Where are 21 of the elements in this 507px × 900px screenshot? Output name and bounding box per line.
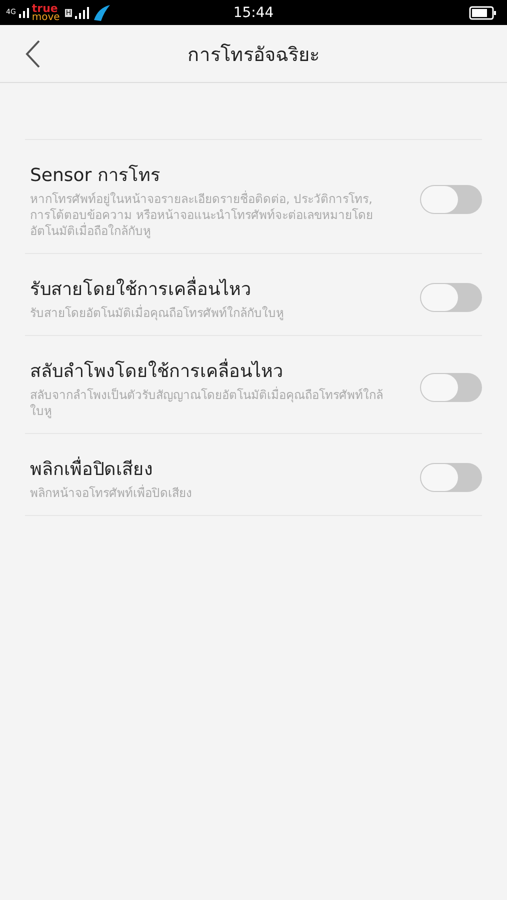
toggle-switch[interactable] bbox=[420, 373, 482, 402]
back-icon[interactable] bbox=[25, 40, 41, 68]
setting-title: Sensor การโทร bbox=[30, 164, 162, 188]
toggle-switch[interactable] bbox=[420, 185, 482, 214]
setting-description: พลิกหน้าจอโทรศัพท์เพื่อปิดเสียง bbox=[30, 485, 193, 501]
screen-title: การโทรอัจฉริยะ bbox=[188, 42, 320, 68]
clock: 15:44 bbox=[233, 4, 274, 20]
carrier-logo-subtext: move bbox=[32, 12, 60, 22]
carrier-logo-icon bbox=[92, 4, 112, 22]
signal-icon bbox=[75, 6, 90, 18]
carrier-logo-text: true bbox=[32, 4, 58, 12]
setting-title: สลับลำโพงโดยใช้การเคลื่อนไหว bbox=[30, 356, 410, 385]
signal-icon bbox=[18, 8, 29, 18]
setting-description: รับสายโดยอัตโนมัติเมื่อคุณถือโทรศัพท์ใกล้กับใบหู bbox=[30, 305, 285, 321]
battery-icon bbox=[469, 6, 497, 20]
setting-description: หากโทรศัพท์อยู่ในหน้าจอรายละเอียดรายชื่อติดต่อ, ประวัติการโทร, การโต้ตอบข้อความ หรือหน้าจอแนะนำโทรศัพท์จะต่อเลขหมายโดยอัตโนมัติเมื่อถือใกล้กับหู bbox=[30, 191, 374, 239]
toggle-switch[interactable] bbox=[420, 463, 482, 492]
toggle-switch[interactable] bbox=[420, 283, 482, 312]
setting-description: สลับจากลำโพงเป็นตัวรับสัญญาณโดยอัตโนมัติเมื่อคุณถือโทรศัพท์ใกล้ใบหู bbox=[30, 387, 384, 419]
setting-title: พลิกเพื่อปิดเสียง bbox=[30, 454, 410, 483]
setting-title: รับสายโดยใช้การเคลื่อนไหว bbox=[30, 274, 410, 303]
